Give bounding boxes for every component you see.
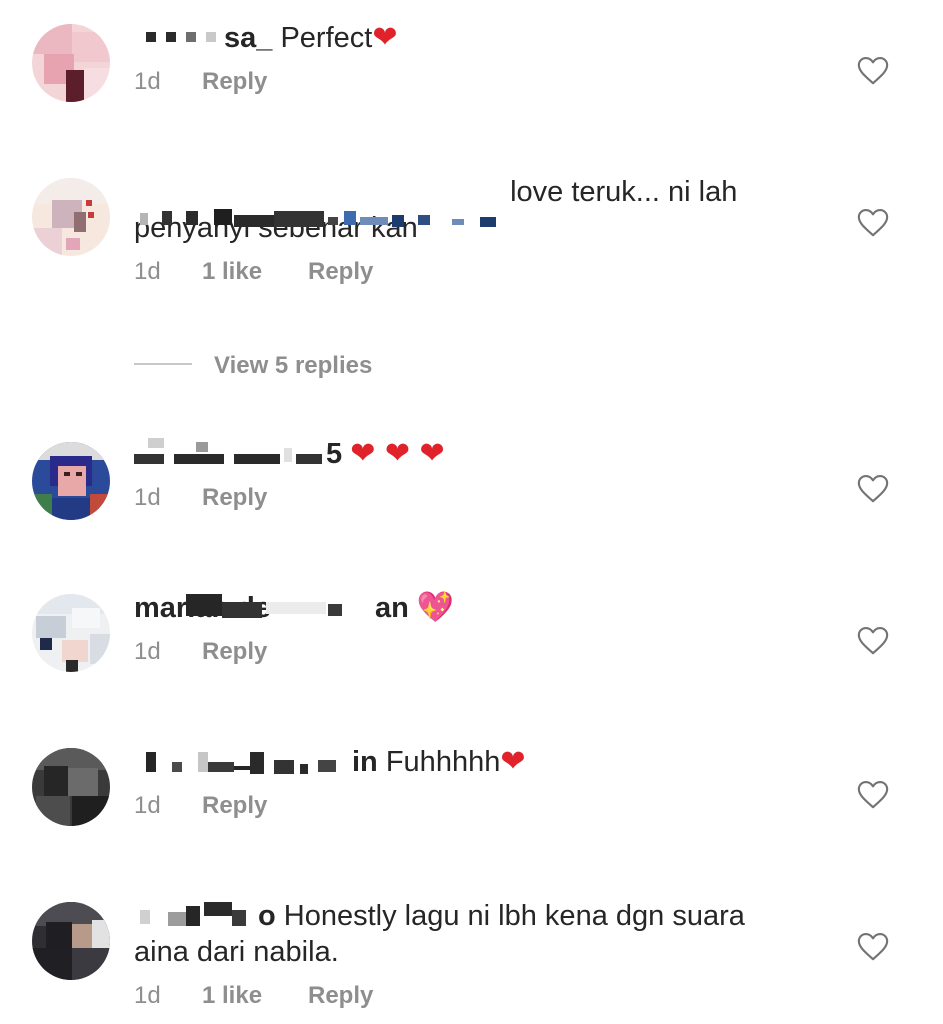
comment-text-line2: aina dari nabila. (134, 936, 339, 968)
heart-outline-icon[interactable] (856, 778, 890, 810)
comment-time: 1d (134, 258, 161, 285)
avatar[interactable] (32, 594, 110, 672)
comment-username[interactable]: in (134, 744, 378, 780)
reply-button[interactable]: Reply (202, 638, 267, 665)
comment-time: 1d (134, 982, 161, 1009)
comment-time: 1d (134, 68, 161, 95)
avatar[interactable] (32, 442, 110, 520)
likes-count[interactable]: 1 like (202, 982, 308, 1010)
comment-username[interactable]: 5 (134, 436, 342, 472)
avatar[interactable] (32, 178, 110, 256)
comment-username[interactable]: sa_ (134, 20, 272, 56)
reply-button[interactable]: Reply (202, 484, 267, 511)
red-heart-emoji: ❤ (500, 744, 526, 779)
avatar[interactable] (32, 902, 110, 980)
avatar[interactable] (32, 748, 110, 826)
avatar[interactable] (32, 24, 110, 102)
reply-button[interactable]: Reply (308, 982, 373, 1009)
comment-text: love teruk... ni lah (510, 176, 738, 208)
username-mask (134, 28, 224, 50)
comment-time: 1d (134, 792, 161, 819)
red-heart-emoji: ❤ ❤ ❤ (350, 436, 445, 471)
reply-button[interactable]: Reply (202, 68, 267, 95)
heart-outline-icon[interactable] (856, 206, 890, 238)
reply-button[interactable]: Reply (308, 258, 373, 285)
reply-button[interactable]: Reply (202, 792, 267, 819)
username-mask (186, 594, 376, 620)
username-mask (134, 438, 326, 466)
comment-text: Perfect (280, 22, 373, 54)
likes-count[interactable]: 1 like (202, 258, 308, 286)
heart-outline-icon[interactable] (856, 54, 890, 86)
username-mask (134, 902, 258, 928)
red-heart-emoji: ❤ (372, 20, 398, 55)
heart-outline-icon[interactable] (856, 930, 890, 962)
heart-outline-icon[interactable] (856, 624, 890, 656)
username-mask (134, 209, 502, 231)
view-replies-button[interactable]: View 5 replies (134, 352, 372, 382)
comment-time: 1d (134, 638, 161, 665)
comment-text: Honestly lagu ni lbh kena dgn suara (283, 900, 745, 932)
heart-outline-icon[interactable] (856, 472, 890, 504)
view-replies-divider (134, 362, 192, 365)
view-replies-label: View 5 replies (214, 352, 373, 379)
username-mask (134, 752, 352, 774)
comment-username[interactable]: mariah.dean (134, 590, 409, 626)
sparkling-heart-emoji: 💖 (416, 590, 455, 625)
comment-text: Fuhhhhh (385, 746, 501, 778)
comment-username[interactable]: o (134, 898, 276, 934)
comment-time: 1d (134, 484, 161, 511)
